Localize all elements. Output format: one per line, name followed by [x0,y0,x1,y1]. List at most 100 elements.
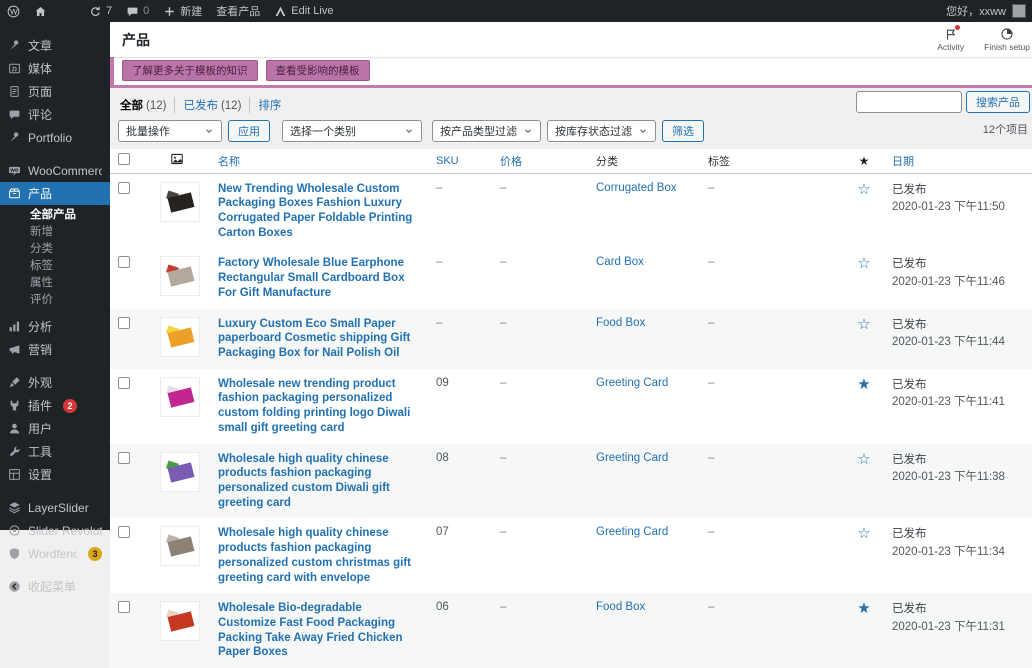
admin-bar: 7 0 新建 查看产品 Edit Live 您好，xxww [0,0,1032,22]
home-button[interactable] [27,0,54,22]
column-sku[interactable]: SKU [430,149,494,173]
wordpress-logo-icon[interactable] [0,0,27,22]
column-date[interactable]: 日期 [886,149,1032,173]
product-category-link[interactable]: Corrugated Box [596,182,677,194]
product-category-link[interactable]: Greeting Card [596,377,668,389]
sidebar-item-slider-revolution[interactable]: Slider Revolution [0,519,110,542]
product-category-link[interactable]: Greeting Card [596,526,668,538]
apply-button[interactable]: 应用 [228,120,270,142]
sidebar-subitem-all-products[interactable]: 全部产品 [0,207,110,224]
user-icon [8,422,21,435]
product-price: – [500,256,506,268]
sidebar-item-plugins[interactable]: 插件2 [0,394,110,417]
sidebar-item-posts[interactable]: 文章 [0,34,110,57]
search-input[interactable] [856,91,962,113]
sidebar-subitem-attributes[interactable]: 属性 [0,275,110,292]
view-sort-link[interactable]: 排序 [249,97,289,113]
product-name-link[interactable]: Wholesale Bio-degradable Customize Fast … [218,601,423,660]
product-category-link[interactable]: Card Box [596,256,644,268]
column-name[interactable]: 名称 [212,149,430,173]
media-icon [8,62,21,75]
column-tags: 标签 [702,149,842,173]
product-name-link[interactable]: Wholesale high quality chinese products … [218,452,423,511]
featured-star-outline-icon[interactable]: ☆ [857,451,870,468]
sidebar-subitem-reviews[interactable]: 评价 [0,292,110,309]
learn-templates-button[interactable]: 了解更多关于模板的知识 [122,60,258,81]
product-thumbnail[interactable] [160,256,200,296]
product-category-link[interactable]: Greeting Card [596,452,668,464]
sidebar-item-media[interactable]: 媒体 [0,57,110,80]
filter-button[interactable]: 筛选 [662,120,704,142]
sidebar-item-comments[interactable]: 评论 [0,103,110,126]
sidebar-item-settings[interactable]: 设置 [0,463,110,486]
sidebar-subitem-categories[interactable]: 分类 [0,241,110,258]
product-name-link[interactable]: Factory Wholesale Blue Earphone Rectangu… [218,256,423,300]
column-price[interactable]: 价格 [494,149,590,173]
row-checkbox[interactable] [118,452,130,464]
column-featured-star[interactable]: ★ [842,149,886,173]
account-greeting[interactable]: 您好，xxww [946,3,1006,19]
avatar[interactable] [1012,4,1026,18]
sidebar-item-portfolio[interactable]: Portfolio [0,126,110,149]
sidebar-item-tools[interactable]: 工具 [0,440,110,463]
sidebar-item-wordfence[interactable]: Wordfence3 [0,542,110,565]
product-thumbnail[interactable] [160,182,200,222]
view-all-link[interactable]: 全部(12) [118,97,174,113]
sidebar-item-woocommerce[interactable]: WooCommerce [0,159,110,182]
sidebar-item-appearance[interactable]: 外观 [0,371,110,394]
sidebar-item-users[interactable]: 用户 [0,417,110,440]
product-type-filter-select[interactable]: 按产品类型过滤 [432,120,541,142]
clock-icon [1000,27,1014,41]
sidebar-item-analytics[interactable]: 分析 [0,315,110,338]
featured-star-outline-icon[interactable]: ☆ [857,525,870,542]
finish-setup-button[interactable]: Finish setup [984,27,1030,52]
activity-button[interactable]: Activity [937,27,964,52]
sidebar-item-products[interactable]: 产品 [0,182,110,205]
sidebar-item-layerslider[interactable]: LayerSlider [0,496,110,519]
view-affected-templates-button[interactable]: 查看受影响的模板 [266,60,370,81]
featured-star-outline-icon[interactable]: ☆ [857,316,870,333]
row-checkbox[interactable] [118,377,130,389]
select-all-checkbox[interactable] [118,153,130,165]
product-thumbnail[interactable] [160,317,200,357]
sidebar-item-marketing[interactable]: 营销 [0,338,110,361]
product-category-link[interactable]: Food Box [596,601,645,613]
featured-star-filled-icon[interactable]: ★ [857,376,870,393]
bulk-action-select[interactable]: 批量操作 [118,120,222,142]
product-thumbnail[interactable] [160,526,200,566]
product-name-link[interactable]: Wholesale high quality chinese products … [218,526,423,585]
product-thumbnail[interactable] [160,601,200,641]
new-content-button[interactable]: 新建 [156,0,209,22]
product-thumbnail[interactable] [160,452,200,492]
product-row: Factory Wholesale Blue Earphone Rectangu… [110,248,1032,308]
featured-star-outline-icon[interactable]: ☆ [857,255,870,272]
row-checkbox[interactable] [118,601,130,613]
product-category-link[interactable]: Food Box [596,317,645,329]
sidebar-item-pages[interactable]: 页面 [0,80,110,103]
product-tags: – [708,377,714,389]
bar-chart-icon [8,320,21,333]
sidebar-subitem-add-new[interactable]: 新增 [0,224,110,241]
row-checkbox[interactable] [118,182,130,194]
items-count: 12个项目 [983,121,1028,137]
edit-live-button[interactable]: Edit Live [267,0,340,22]
comments-button[interactable]: 0 [119,0,156,22]
view-product-link[interactable]: 查看产品 [209,0,267,22]
featured-star-outline-icon[interactable]: ☆ [857,181,870,198]
product-name-link[interactable]: Luxury Custom Eco Small Paper paperboard… [218,317,423,361]
search-products-button[interactable]: 搜索产品 [966,91,1030,113]
category-select[interactable]: 选择一个类别 [282,120,422,142]
featured-star-filled-icon[interactable]: ★ [857,600,870,617]
updates-button[interactable]: 7 [82,0,119,22]
stock-status-filter-select[interactable]: 按库存状态过滤 [547,120,656,142]
product-name-link[interactable]: Wholesale new trending product fashion p… [218,377,423,436]
sidebar-item-collapse-menu[interactable]: 收起菜单 [0,575,110,598]
edit-live-icon [274,5,287,18]
row-checkbox[interactable] [118,256,130,268]
sidebar-subitem-tags[interactable]: 标签 [0,258,110,275]
row-checkbox[interactable] [118,317,130,329]
view-published-link[interactable]: 已发布(12) [174,97,249,113]
product-thumbnail[interactable] [160,377,200,417]
product-name-link[interactable]: New Trending Wholesale Custom Packaging … [218,182,423,241]
row-checkbox[interactable] [118,526,130,538]
